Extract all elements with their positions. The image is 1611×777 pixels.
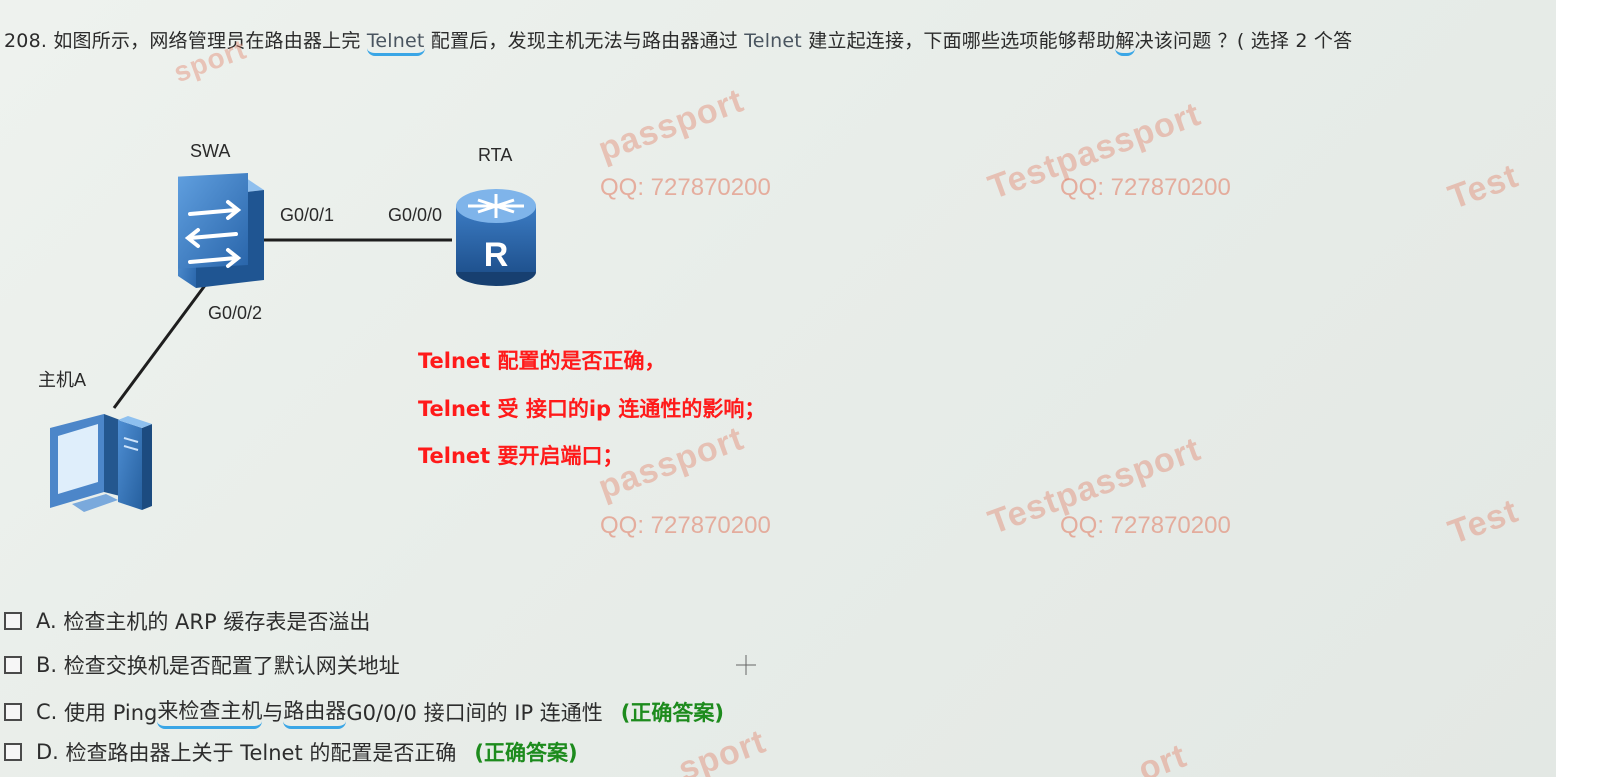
crosshair-cursor-icon: [736, 655, 756, 675]
annotation-line-2: Telnet 受 接口的ip 连通性的影响；: [418, 397, 766, 421]
host-label: 主机A: [38, 370, 87, 390]
option-letter: B.: [36, 653, 58, 677]
watermark-passport: passport: [593, 81, 749, 169]
question-underlined-char: 解: [1115, 30, 1135, 56]
link-swa-hosta: [112, 283, 208, 409]
router-label: RTA: [478, 145, 513, 165]
watermark-qq: QQ: 727870200: [600, 174, 771, 201]
router-letter: R: [484, 236, 509, 274]
checkbox-icon[interactable]: [4, 703, 22, 721]
switch-label: SWA: [190, 141, 231, 161]
port-label-rta-g000: G0/0/0: [388, 205, 443, 225]
option-letter: C.: [36, 700, 58, 724]
option-c[interactable]: C. 使用 Ping 来检查主机与路由器 G0/0/0 接口间的 IP 连通性 …: [4, 695, 724, 729]
option-b[interactable]: B. 检查交换机是否配置了默认网关地址: [4, 650, 400, 680]
correct-answer-tag: (正确答案): [474, 741, 578, 765]
checkbox-icon[interactable]: [4, 612, 22, 630]
option-text: 检查路由器上关于 Telnet 的配置是否正确: [65, 741, 457, 765]
router-icon: R: [456, 189, 536, 286]
option-d[interactable]: D. 检查路由器上关于 Telnet 的配置是否正确 (正确答案): [4, 737, 578, 767]
watermark-qq: QQ: 727870200: [1060, 512, 1231, 539]
watermark-qq: QQ: 727870200: [600, 512, 771, 539]
annotation-line-1: Telnet 配置的是否正确，: [418, 349, 666, 373]
option-a[interactable]: A. 检查主机的 ARP 缓存表是否溢出: [4, 606, 370, 636]
option-text: 检查主机的 ARP 缓存表是否溢出: [63, 610, 371, 634]
option-text-pre: 使用 Ping: [64, 701, 158, 725]
question-telnet: Telnet: [744, 30, 802, 52]
port-label-swa-g001: G0/0/1: [280, 205, 335, 225]
question-part4: 决该问题 ？( 选择 2 个答: [1134, 30, 1353, 52]
watermark-ort-bottom: ort: [1133, 736, 1192, 777]
option-letter: A.: [36, 609, 57, 633]
option-letter: D.: [36, 740, 59, 764]
option-text-post: G0/0/0 接口间的 IP 连通性: [346, 701, 603, 725]
checkbox-icon[interactable]: [4, 743, 22, 761]
option-text: 检查交换机是否配置了默认网关地址: [63, 654, 400, 678]
question-photo: 208. 如图所示，网络管理员在路由器上完 Telnet 配置后，发现主机无法与…: [0, 0, 1556, 777]
watermark-test: Test: [1443, 156, 1524, 217]
switch-icon: [178, 173, 264, 288]
watermark-test: Test: [1443, 491, 1524, 552]
annotation-line-3: Telnet 要开启端口；: [418, 444, 624, 468]
correct-answer-tag: (正确答案): [620, 701, 724, 725]
checkbox-icon[interactable]: [4, 656, 22, 674]
computer-icon: [50, 414, 152, 512]
port-label-swa-g002: G0/0/2: [208, 303, 263, 323]
option-text-underlined-2: 路由器: [283, 695, 347, 729]
question-part3: 建立起连接，下面哪些选项能够帮助: [801, 30, 1116, 52]
watermark-sport-bottom: sport: [673, 722, 771, 777]
watermark-qq: QQ: 727870200: [1060, 174, 1231, 201]
option-text-underlined-1: 来检查主机: [157, 695, 263, 729]
option-text-mid: 与: [262, 701, 284, 725]
